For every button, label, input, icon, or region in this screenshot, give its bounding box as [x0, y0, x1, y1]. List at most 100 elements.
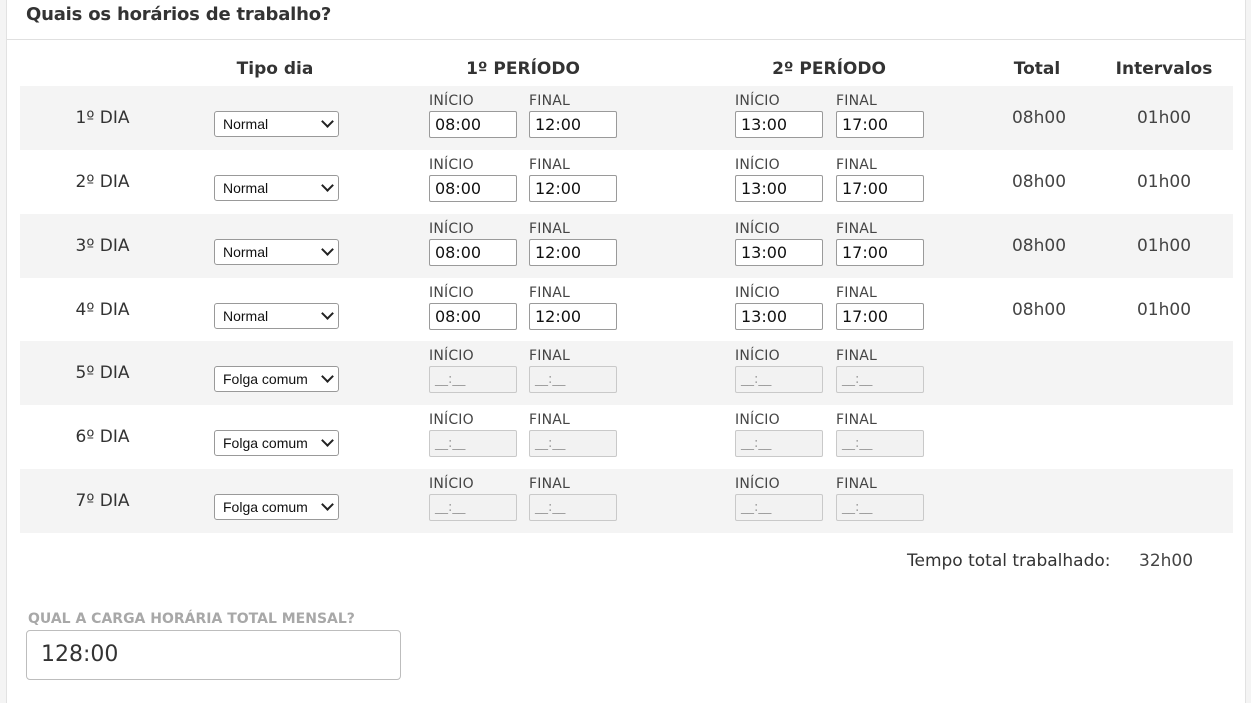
chevron-down-icon [321, 243, 334, 256]
time-label-final: FINAL [836, 348, 878, 364]
time-label-final: FINAL [836, 93, 878, 109]
day-label: 5º DIA [75, 363, 130, 383]
time-label-final: FINAL [836, 476, 878, 492]
time-input-p2-inicio[interactable]: 13:00 [735, 111, 823, 138]
day-intervalos: 01h00 [1136, 108, 1192, 128]
schedule-panel: Quais os horários de trabalho? Tipo dia … [6, 0, 1246, 703]
title-divider [7, 39, 1245, 40]
time-label-inicio: INÍCIO [735, 348, 780, 364]
chevron-down-icon [321, 179, 334, 192]
time-label-final: FINAL [529, 476, 571, 492]
carga-input[interactable]: 128:00 [26, 630, 401, 680]
tipo-dia-select[interactable]: Normal [214, 175, 339, 201]
time-input-p2-final[interactable]: __:__ [836, 366, 924, 393]
tipo-dia-value: Normal [223, 244, 269, 260]
time-label-inicio: INÍCIO [735, 412, 780, 428]
time-label-inicio: INÍCIO [735, 285, 780, 301]
time-input-p1-final[interactable]: 12:00 [529, 239, 617, 266]
time-label-inicio: INÍCIO [429, 157, 474, 173]
time-input-p2-inicio[interactable]: __:__ [735, 366, 823, 393]
time-label-inicio: INÍCIO [429, 285, 474, 301]
day-row: 5º DIA Folga comum INÍCIO __:__ FINAL __:__ IN… [20, 341, 1233, 405]
time-input-p1-inicio[interactable]: 08:00 [429, 303, 517, 330]
time-label-inicio: INÍCIO [735, 157, 780, 173]
day-label: 2º DIA [75, 172, 130, 192]
time-label-final: FINAL [836, 285, 878, 301]
time-label-final: FINAL [529, 348, 571, 364]
tipo-dia-value: Folga comum [223, 499, 308, 515]
time-label-final: FINAL [529, 412, 571, 428]
time-input-p1-inicio[interactable]: __:__ [429, 430, 517, 457]
tipo-dia-select[interactable]: Normal [214, 303, 339, 329]
time-label-inicio: INÍCIO [735, 476, 780, 492]
time-input-p1-final[interactable]: __:__ [529, 494, 617, 521]
time-input-p2-inicio[interactable]: 13:00 [735, 303, 823, 330]
time-input-p1-final[interactable]: __:__ [529, 366, 617, 393]
day-total [999, 405, 1079, 469]
carga-label: QUAL A CARGA HORÁRIA TOTAL MENSAL? [28, 611, 355, 627]
tipo-dia-select[interactable]: Normal [214, 239, 339, 265]
time-input-p2-final[interactable]: 17:00 [836, 175, 924, 202]
time-input-p2-inicio[interactable]: 13:00 [735, 239, 823, 266]
time-input-p2-final[interactable]: 17:00 [836, 303, 924, 330]
header-tipo-dia: Tipo dia [236, 59, 314, 79]
time-label-inicio: INÍCIO [429, 348, 474, 364]
day-intervalos [1114, 469, 1214, 533]
day-row: 3º DIA Normal INÍCIO 08:00 FINAL 12:00 INÍCIO 1… [20, 214, 1233, 278]
day-label: 6º DIA [75, 427, 130, 447]
day-total [999, 469, 1079, 533]
day-intervalos: 01h00 [1136, 172, 1192, 192]
day-row: 4º DIA Normal INÍCIO 08:00 FINAL 12:00 INÍCIO 1… [20, 278, 1233, 342]
time-input-p2-inicio[interactable]: __:__ [735, 430, 823, 457]
tipo-dia-select[interactable]: Folga comum [214, 494, 339, 520]
day-row: 7º DIA Folga comum INÍCIO __:__ FINAL __:__ IN… [20, 469, 1233, 533]
time-label-final: FINAL [836, 157, 878, 173]
day-row: 1º DIA Normal INÍCIO 08:00 FINAL 12:00 INÍCIO 1… [20, 86, 1233, 150]
time-input-p1-inicio[interactable]: 08:00 [429, 111, 517, 138]
tempo-total-label: Tempo total trabalhado: [907, 551, 1111, 571]
time-label-inicio: INÍCIO [429, 412, 474, 428]
day-intervalos [1114, 341, 1214, 405]
chevron-down-icon [321, 115, 334, 128]
tipo-dia-select[interactable]: Normal [214, 111, 339, 137]
time-input-p2-final[interactable]: 17:00 [836, 239, 924, 266]
time-input-p1-final[interactable]: __:__ [529, 430, 617, 457]
time-input-p1-inicio[interactable]: __:__ [429, 494, 517, 521]
time-label-inicio: INÍCIO [429, 476, 474, 492]
day-intervalos: 01h00 [1136, 300, 1192, 320]
time-label-final: FINAL [529, 221, 571, 237]
time-label-final: FINAL [836, 412, 878, 428]
time-label-inicio: INÍCIO [735, 221, 780, 237]
time-input-p1-final[interactable]: 12:00 [529, 175, 617, 202]
tipo-dia-value: Normal [223, 308, 269, 324]
chevron-down-icon [321, 434, 334, 447]
day-label: 7º DIA [75, 491, 130, 511]
tipo-dia-select[interactable]: Folga comum [214, 366, 339, 392]
time-input-p1-inicio[interactable]: 08:00 [429, 175, 517, 202]
header-intervalos: Intervalos [1115, 59, 1213, 79]
time-label-final: FINAL [529, 285, 571, 301]
time-input-p1-final[interactable]: 12:00 [529, 303, 617, 330]
tipo-dia-value: Normal [223, 180, 269, 196]
day-total [999, 341, 1079, 405]
time-label-final: FINAL [836, 221, 878, 237]
day-total: 08h00 [1011, 236, 1067, 256]
chevron-down-icon [321, 307, 334, 320]
header-periodo-1: 1º PERÍODO [466, 59, 580, 79]
tipo-dia-value: Folga comum [223, 371, 308, 387]
time-input-p1-inicio[interactable]: __:__ [429, 366, 517, 393]
time-label-final: FINAL [529, 157, 571, 173]
time-input-p2-final[interactable]: __:__ [836, 430, 924, 457]
day-row: 6º DIA Folga comum INÍCIO __:__ FINAL __:__ IN… [20, 405, 1233, 469]
tipo-dia-select[interactable]: Folga comum [214, 430, 339, 456]
chevron-down-icon [321, 498, 334, 511]
time-input-p2-inicio[interactable]: __:__ [735, 494, 823, 521]
time-input-p2-inicio[interactable]: 13:00 [735, 175, 823, 202]
time-input-p1-inicio[interactable]: 08:00 [429, 239, 517, 266]
day-total: 08h00 [1011, 300, 1067, 320]
time-input-p2-final[interactable]: 17:00 [836, 111, 924, 138]
day-total: 08h00 [1011, 172, 1067, 192]
tempo-total-value: 32h00 [1139, 551, 1194, 571]
time-input-p2-final[interactable]: __:__ [836, 494, 924, 521]
time-input-p1-final[interactable]: 12:00 [529, 111, 617, 138]
